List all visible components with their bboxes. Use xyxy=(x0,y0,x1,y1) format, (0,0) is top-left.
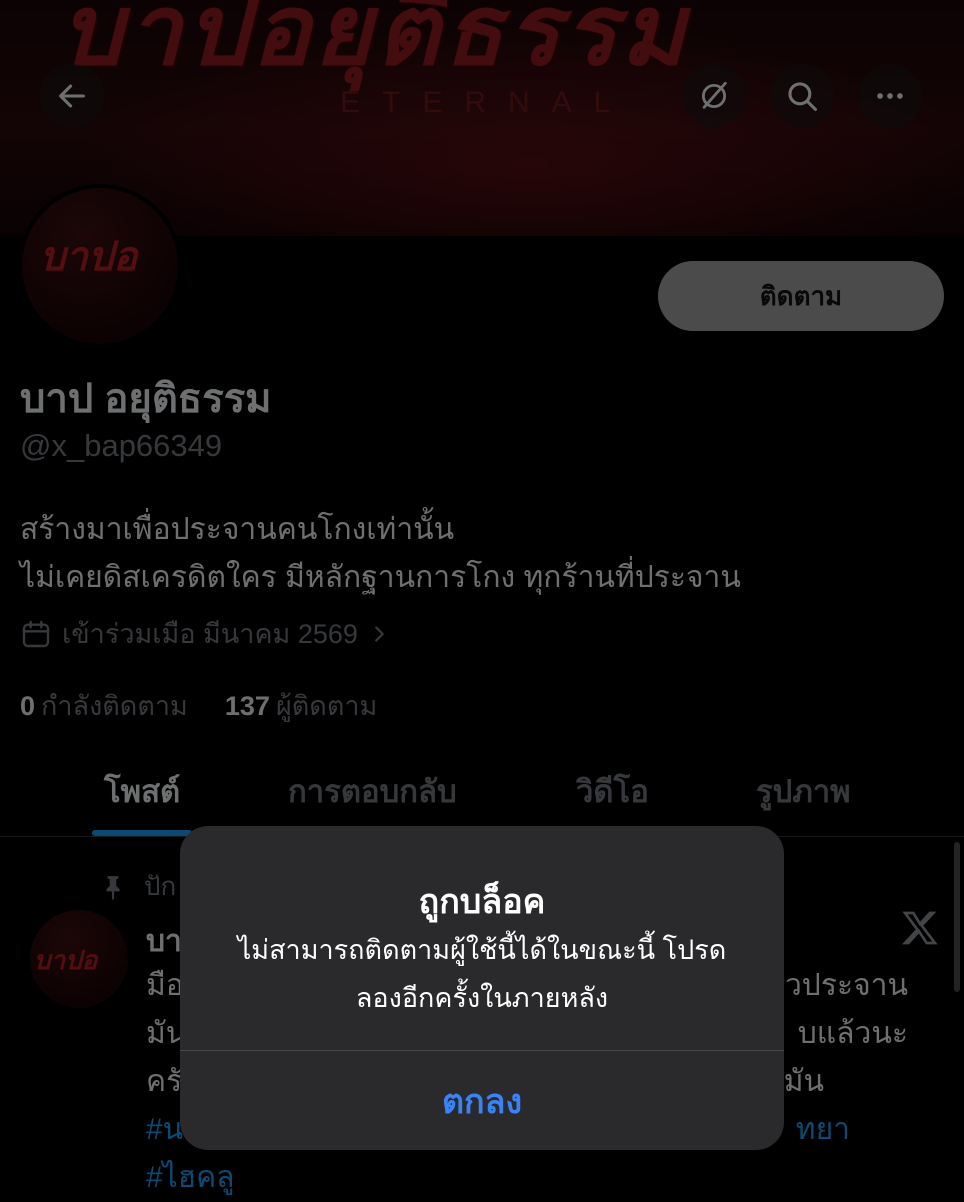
search-button[interactable] xyxy=(770,64,834,128)
banner-subtitle: ETERNAL xyxy=(340,86,633,119)
banner-logo: บาปอยุติธรรม xyxy=(60,0,690,88)
profile-avatar[interactable]: บาปอ xyxy=(18,184,182,348)
more-button[interactable] xyxy=(858,64,922,128)
bio-line: ไม่เคยดิสเครดิตใคร มีหลักฐานการโกง ทุกร้… xyxy=(20,561,741,594)
scrollbar[interactable] xyxy=(954,842,960,992)
grok-icon xyxy=(701,81,727,109)
following-stat[interactable]: 0 กำลังติดตาม xyxy=(20,691,188,721)
tab-photos[interactable]: รูปภาพ xyxy=(756,766,851,816)
post-text-fragment: มือ xyxy=(146,969,184,1002)
display-name: บาป อยุติธรรม xyxy=(20,377,272,421)
bio-line: สร้างมาเพื่อประจานคนโกงเท่านั้น xyxy=(20,513,455,546)
following-label: กำลังติดตาม xyxy=(41,691,188,721)
tab-replies[interactable]: การตอบกลับ xyxy=(288,766,457,816)
followers-label: ผู้ติดตาม xyxy=(275,691,378,721)
tab-videos[interactable]: วิดีโอ xyxy=(576,766,649,816)
joined-date: เข้าร่วมเมือ มีนาคม 2569 xyxy=(62,619,358,649)
avatar-logo: บาปอ xyxy=(40,234,138,280)
pin-icon xyxy=(106,875,120,900)
profile-tabs: โพสต์ การตอบกลับ วิดีโอ รูปภาพ xyxy=(0,748,964,837)
hashtag-link[interactable]: #น xyxy=(146,1113,183,1146)
follow-stats: 0 กำลังติดตาม 137 ผู้ติดตาม xyxy=(20,684,377,727)
chevron-right-icon xyxy=(375,625,384,642)
post-text-fragment: มัน xyxy=(783,1065,824,1098)
back-button[interactable] xyxy=(40,64,104,128)
calendar-icon xyxy=(22,620,50,647)
post-text-fragment: วประจาน xyxy=(784,969,908,1002)
pinned-label: ปัก xyxy=(144,871,177,901)
back-arrow-icon xyxy=(59,84,85,108)
grok-button[interactable] xyxy=(682,64,746,128)
post-author: บา xyxy=(146,925,182,958)
alert-title: ถูกบล็อค xyxy=(418,883,546,921)
alert-message: ไม่สามารถติดตามผู้ใช้นี้ได้ในขณะนี้ โปรด… xyxy=(237,935,727,1013)
post-avatar-logo: บาปอ xyxy=(34,946,98,976)
search-icon xyxy=(788,82,818,112)
post-text-fragment: ครั xyxy=(146,1065,183,1098)
followers-stat[interactable]: 137 ผู้ติดตาม xyxy=(225,691,377,721)
profile-bio: สร้างมาเพื่อประจานคนโกงเท่านั้น ไม่เคยดิ… xyxy=(20,506,741,602)
tab-posts[interactable]: โพสต์ xyxy=(104,766,180,816)
more-icon xyxy=(877,93,903,99)
hashtag-link[interactable]: ทยา xyxy=(796,1106,850,1154)
hashtag-link[interactable]: #ไฮคลู xyxy=(146,1161,235,1194)
ok-button[interactable]: ตกลง xyxy=(180,1051,784,1150)
follow-button[interactable]: ติดตาม xyxy=(658,261,944,331)
post-avatar[interactable]: บาปอ xyxy=(30,910,128,1008)
user-handle: @x_bap66349 xyxy=(20,428,223,463)
x-logo-icon xyxy=(900,908,940,953)
following-count: 0 xyxy=(20,691,36,721)
pinned-indicator: ปัก xyxy=(100,866,176,907)
followers-count: 137 xyxy=(224,691,270,721)
active-tab-indicator xyxy=(92,830,192,836)
joined-date-row[interactable]: เข้าร่วมเมือ มีนาคม 2569 xyxy=(20,612,400,655)
post-text-fragment: บแล้วนะ xyxy=(797,1017,908,1050)
blocked-alert-dialog: ถูกบล็อค ไม่สามารถติดตามผู้ใช้นี้ได้ในขณ… xyxy=(180,826,784,1150)
